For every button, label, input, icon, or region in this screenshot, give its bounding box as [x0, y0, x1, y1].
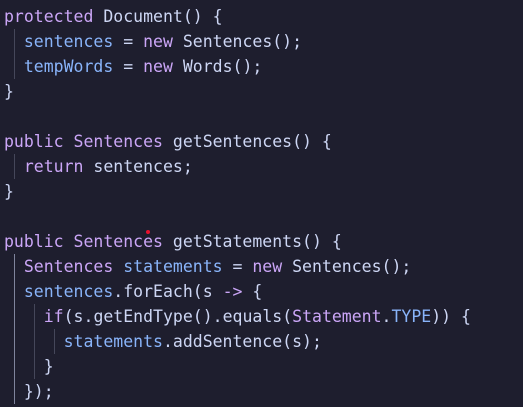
code-line[interactable]: statements.addSentence(s);	[4, 329, 322, 354]
code-token: statements	[123, 257, 223, 276]
code-token: ();	[272, 32, 303, 51]
code-token: () {	[182, 7, 223, 26]
code-token: =	[113, 57, 144, 76]
code-token: Sentences	[182, 32, 273, 51]
code-token: =	[113, 32, 144, 51]
code-token: }	[4, 357, 54, 376]
code-line[interactable]: });	[4, 379, 54, 404]
code-token: }	[4, 82, 14, 101]
code-token: ();	[232, 57, 263, 76]
code-token: getSentences	[172, 132, 293, 151]
code-token: forEach	[123, 282, 193, 301]
code-token: Sentences	[73, 232, 163, 251]
code-token: getEndType	[93, 307, 193, 326]
code-token: {	[242, 282, 263, 301]
code-line[interactable]: Sentences statements = new Sentences();	[4, 254, 411, 279]
code-token: public	[4, 132, 64, 151]
code-token: addSentence	[172, 332, 283, 351]
code-line[interactable]: }	[4, 354, 54, 379]
code-line[interactable]: public Sentences getSentences() {	[4, 129, 332, 154]
code-line[interactable]: public Sentences getStatements() {	[4, 229, 342, 254]
code-token: )) {	[431, 307, 471, 326]
code-token: .	[113, 282, 124, 301]
code-token: statements	[63, 332, 163, 351]
code-token: Sentences	[292, 257, 382, 276]
code-token: if	[43, 307, 64, 326]
code-token: () {	[302, 232, 342, 251]
code-line[interactable]: sentences = new Sentences();	[4, 29, 302, 54]
code-line[interactable]: protected Document() {	[4, 4, 223, 29]
code-line[interactable]: if(s.getEndType().equals(Statement.TYPE)…	[4, 304, 471, 329]
code-token: Sentences	[23, 257, 114, 276]
code-token: ->	[222, 282, 243, 301]
code-token: return	[23, 157, 84, 176]
code-line[interactable]: tempWords = new Words();	[4, 54, 262, 79]
code-token: Words	[182, 57, 233, 76]
code-token: new	[143, 57, 173, 76]
code-line[interactable]: }	[4, 79, 14, 104]
code-token: new	[252, 257, 283, 276]
code-token: (s.	[63, 307, 94, 326]
code-editor[interactable]: protected Document() { sentences = new S…	[0, 0, 523, 407]
code-token: protected	[4, 7, 94, 26]
code-token: });	[4, 382, 54, 401]
code-token: Document	[103, 7, 183, 26]
code-token: getStatements	[172, 232, 303, 251]
code-token: (s	[192, 282, 223, 301]
code-line[interactable]: }	[4, 179, 14, 204]
code-token: new	[143, 32, 173, 51]
code-token: Statement	[292, 307, 382, 326]
code-token: equals	[222, 307, 283, 326]
code-line[interactable]: return sentences;	[4, 154, 193, 179]
code-token: tempWords	[23, 57, 114, 76]
code-token: sentences;	[83, 157, 193, 176]
code-token: TYPE	[391, 307, 432, 326]
code-token: }	[4, 182, 14, 201]
code-token: .	[162, 332, 173, 351]
code-token: .	[381, 307, 392, 326]
code-token: public	[4, 232, 64, 251]
code-token: () {	[292, 132, 332, 151]
code-token: (s);	[282, 332, 322, 351]
code-token: ().	[192, 307, 223, 326]
code-token: sentences	[23, 282, 114, 301]
code-token: Sentences	[73, 132, 163, 151]
code-token: sentences	[23, 32, 114, 51]
code-token: =	[222, 257, 253, 276]
code-line[interactable]: sentences.forEach(s -> {	[4, 279, 262, 304]
code-token: ();	[381, 257, 412, 276]
code-token: (	[282, 307, 293, 326]
error-marker-icon	[146, 230, 150, 234]
